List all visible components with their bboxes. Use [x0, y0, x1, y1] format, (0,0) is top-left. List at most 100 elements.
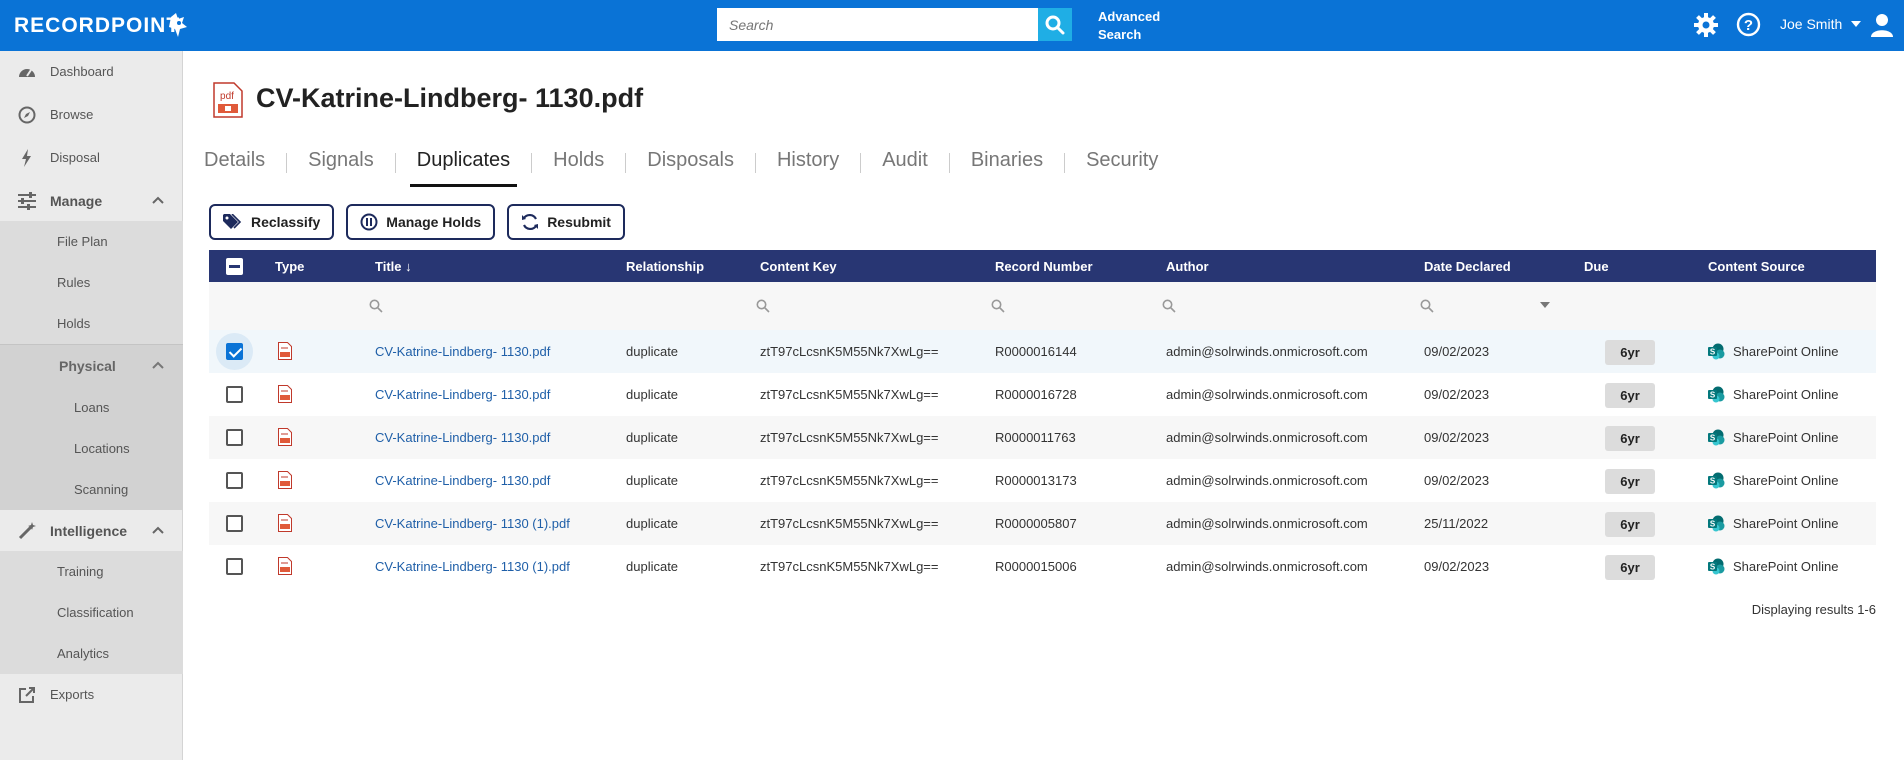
- pdf-file-icon: [278, 557, 292, 575]
- manage-holds-button[interactable]: Manage Holds: [346, 204, 496, 240]
- search-button[interactable]: [1038, 8, 1072, 41]
- row-content-source: SharePoint Online: [1733, 516, 1839, 531]
- tab-divider: [1064, 153, 1066, 173]
- row-relationship: duplicate: [626, 430, 679, 445]
- search-input[interactable]: [717, 8, 1038, 41]
- grid-body: CV-Katrine-Lindberg- 1130.pdf duplicate zt…: [209, 330, 1876, 588]
- resubmit-button[interactable]: Resubmit: [507, 204, 625, 240]
- row-author: admin@solrwinds.onmicrosoft.com: [1166, 430, 1368, 445]
- row-checkbox[interactable]: [226, 472, 243, 489]
- tab-audit[interactable]: Audit: [882, 143, 928, 187]
- sidebar-item-analytics[interactable]: Analytics: [0, 633, 183, 674]
- content-key-filter-search-icon[interactable]: [756, 299, 770, 313]
- page-title: CV-Katrine-Lindberg- 1130.pdf: [256, 83, 644, 113]
- row-title-link[interactable]: CV-Katrine-Lindberg- 1130.pdf: [375, 430, 550, 445]
- column-header-title[interactable]: Title ↓: [375, 259, 412, 274]
- column-header-due[interactable]: Due: [1584, 259, 1609, 274]
- tab-divider: [754, 153, 756, 173]
- tab-binaries[interactable]: Binaries: [971, 143, 1043, 187]
- record-tabs: Details Signals Duplicates Holds Disposa…: [204, 143, 1158, 187]
- row-title-link[interactable]: CV-Katrine-Lindberg- 1130.pdf: [375, 387, 550, 402]
- row-title-link[interactable]: CV-Katrine-Lindberg- 1130 (1).pdf: [375, 559, 570, 574]
- tab-holds[interactable]: Holds: [553, 143, 604, 187]
- sidebar-item-locations[interactable]: Locations: [0, 428, 183, 469]
- tab-details[interactable]: Details: [204, 143, 265, 187]
- advanced-search-link[interactable]: Advanced Search: [1098, 8, 1160, 44]
- sidebar-item-manage[interactable]: Manage: [0, 180, 183, 221]
- row-title-link[interactable]: CV-Katrine-Lindberg- 1130.pdf: [375, 344, 550, 359]
- sidebar-item-exports[interactable]: Exports: [0, 674, 183, 715]
- date-filter-dropdown-icon[interactable]: [1540, 302, 1550, 308]
- compass-icon: [18, 106, 36, 124]
- user-name[interactable]: Joe Smith: [1780, 16, 1842, 32]
- refresh-icon: [522, 213, 539, 231]
- row-checkbox[interactable]: [226, 343, 243, 360]
- row-content-key: ztT97cLcsnK5M55Nk7XwLg==: [760, 473, 939, 488]
- table-row[interactable]: CV-Katrine-Lindberg- 1130.pdf duplicate zt…: [209, 459, 1876, 502]
- column-header-content-key[interactable]: Content Key: [760, 259, 837, 274]
- tab-divider: [948, 153, 950, 173]
- tab-duplicates[interactable]: Duplicates: [409, 143, 518, 187]
- column-header-content-source[interactable]: Content Source: [1708, 259, 1805, 274]
- sidebar-item-dashboard[interactable]: Dashboard: [0, 51, 183, 92]
- row-title-link[interactable]: CV-Katrine-Lindberg- 1130.pdf: [375, 473, 550, 488]
- row-content-key: ztT97cLcsnK5M55Nk7XwLg==: [760, 344, 939, 359]
- row-record-number: R0000015006: [995, 559, 1077, 574]
- row-date-declared: 09/02/2023: [1424, 344, 1490, 359]
- column-header-author[interactable]: Author: [1166, 259, 1209, 274]
- tab-signals[interactable]: Signals: [308, 143, 374, 187]
- column-header-type[interactable]: Type: [275, 259, 304, 274]
- row-checkbox[interactable]: [226, 515, 243, 532]
- record-number-filter-search-icon[interactable]: [991, 299, 1005, 313]
- sidebar-item-loans[interactable]: Loans: [0, 387, 183, 428]
- row-checkbox[interactable]: [226, 386, 243, 403]
- app-logo[interactable]: RECORDPOINT: [14, 14, 180, 38]
- user-avatar-icon[interactable]: [1871, 13, 1893, 37]
- sidebar-item-disposal[interactable]: Disposal: [0, 137, 183, 178]
- table-row[interactable]: CV-Katrine-Lindberg- 1130.pdf duplicate zt…: [209, 330, 1876, 373]
- tab-security[interactable]: Security: [1086, 143, 1158, 187]
- row-title-link[interactable]: CV-Katrine-Lindberg- 1130 (1).pdf: [375, 516, 570, 531]
- row-checkbox[interactable]: [226, 429, 243, 446]
- row-author: admin@solrwinds.onmicrosoft.com: [1166, 516, 1368, 531]
- duplicates-grid: Type Title ↓ Relationship Content Key Re…: [209, 250, 1876, 588]
- gear-icon[interactable]: [1694, 13, 1718, 37]
- sidebar-item-browse[interactable]: Browse: [0, 94, 183, 135]
- table-row[interactable]: CV-Katrine-Lindberg- 1130 (1).pdf duplica…: [209, 545, 1876, 588]
- column-header-relationship[interactable]: Relationship: [626, 259, 704, 274]
- title-filter-search-icon[interactable]: [369, 299, 383, 313]
- column-header-record-number[interactable]: Record Number: [995, 259, 1093, 274]
- sidebar-item-scanning[interactable]: Scanning: [0, 469, 183, 510]
- magic-wand-icon: [18, 522, 36, 540]
- table-row[interactable]: CV-Katrine-Lindberg- 1130.pdf duplicate zt…: [209, 373, 1876, 416]
- tab-divider: [394, 153, 396, 173]
- pdf-file-icon: pdf: [213, 82, 243, 118]
- select-all-checkbox[interactable]: [226, 258, 243, 275]
- sidebar-item-holds[interactable]: Holds: [0, 303, 183, 344]
- table-row[interactable]: CV-Katrine-Lindberg- 1130 (1).pdf duplica…: [209, 502, 1876, 545]
- external-link-icon: [19, 687, 35, 703]
- author-filter-search-icon[interactable]: [1162, 299, 1176, 313]
- tab-history[interactable]: History: [777, 143, 839, 187]
- row-author: admin@solrwinds.onmicrosoft.com: [1166, 344, 1368, 359]
- sidebar-item-file-plan[interactable]: File Plan: [0, 221, 183, 262]
- sidebar-item-training[interactable]: Training: [0, 551, 183, 592]
- sidebar-item-physical[interactable]: Physical: [0, 344, 183, 387]
- row-content-source: SharePoint Online: [1733, 473, 1839, 488]
- tab-disposals[interactable]: Disposals: [647, 143, 734, 187]
- sidebar-item-intelligence[interactable]: Intelligence: [0, 510, 183, 551]
- row-date-declared: 09/02/2023: [1424, 387, 1490, 402]
- user-menu-chevron-down-icon[interactable]: [1851, 21, 1861, 27]
- sidebar-item-rules[interactable]: Rules: [0, 262, 183, 303]
- date-filter-search-icon[interactable]: [1420, 299, 1434, 313]
- row-due-badge: 6yr: [1605, 383, 1655, 408]
- sidebar-item-classification[interactable]: Classification: [0, 592, 183, 633]
- column-header-date-declared[interactable]: Date Declared: [1424, 259, 1511, 274]
- row-date-declared: 09/02/2023: [1424, 559, 1490, 574]
- help-icon[interactable]: ?: [1736, 12, 1761, 37]
- row-due-badge: 6yr: [1605, 512, 1655, 537]
- action-toolbar: Reclassify Manage Holds Resubmit: [209, 204, 625, 240]
- table-row[interactable]: CV-Katrine-Lindberg- 1130.pdf duplicate zt…: [209, 416, 1876, 459]
- reclassify-button[interactable]: Reclassify: [209, 204, 335, 240]
- row-checkbox[interactable]: [226, 558, 243, 575]
